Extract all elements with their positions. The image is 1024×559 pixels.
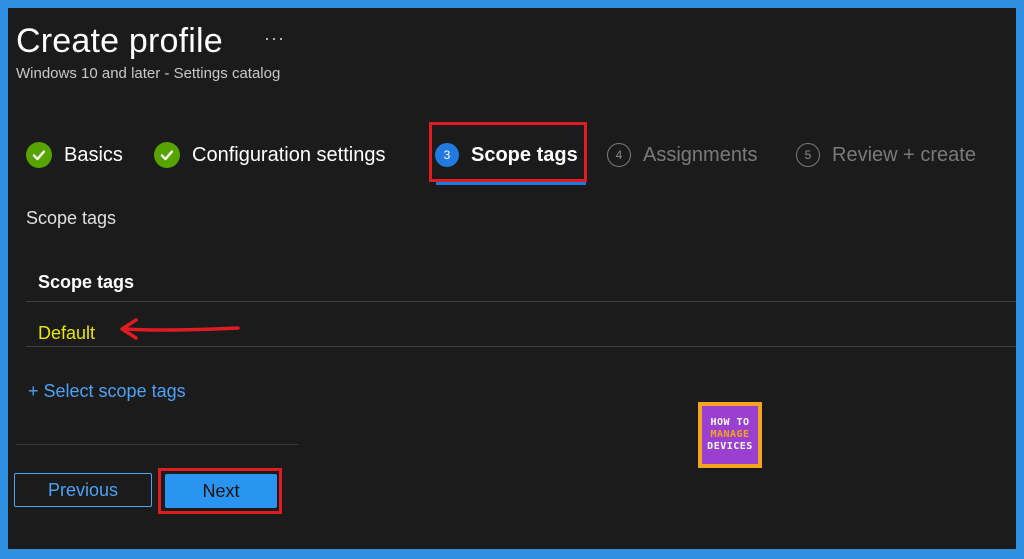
step-configuration-settings[interactable]: Configuration settings: [154, 137, 385, 173]
table-divider: [26, 346, 1016, 347]
table-divider: [26, 301, 1016, 302]
footer-divider: [16, 444, 298, 445]
checkmark-icon: [26, 142, 52, 168]
step-number-badge: 5: [796, 143, 820, 167]
table-column-header: Scope tags: [38, 272, 135, 292]
step-number-badge: 3: [435, 143, 459, 167]
active-step-underline: [436, 182, 586, 185]
section-label: Scope tags: [26, 208, 117, 228]
howtomanagedevices-logo: HOW TO MANAGE DEVICES: [698, 402, 762, 468]
step-assignments[interactable]: 4 Assignments: [607, 137, 758, 173]
select-scope-tags-link[interactable]: + Select scope tags: [28, 381, 186, 402]
logo-text: DEVICES: [707, 441, 753, 452]
more-options-icon[interactable]: ···: [264, 28, 285, 49]
portal-frame: Create profile ··· Windows 10 and later …: [8, 8, 1016, 549]
step-label: Basics: [64, 143, 123, 166]
step-label: Scope tags: [471, 143, 578, 166]
logo-text: MANAGE: [710, 429, 750, 440]
step-number-badge: 4: [607, 143, 631, 167]
red-arrow-annotation: [120, 318, 240, 340]
previous-button[interactable]: Previous: [14, 473, 152, 507]
step-label: Review + create: [832, 143, 976, 166]
logo-text: HOW TO: [710, 417, 750, 428]
step-review-create[interactable]: 5 Review + create: [796, 137, 976, 173]
step-label: Assignments: [643, 143, 758, 166]
page-subtitle: Windows 10 and later - Settings catalog: [16, 65, 281, 82]
next-button[interactable]: Next: [165, 474, 277, 508]
step-basics[interactable]: Basics: [26, 137, 123, 173]
step-label: Configuration settings: [192, 143, 386, 166]
table-row: Default: [38, 323, 96, 343]
checkmark-icon: [154, 142, 180, 168]
page-title: Create profile: [16, 22, 223, 60]
step-scope-tags[interactable]: 3 Scope tags: [435, 137, 578, 173]
